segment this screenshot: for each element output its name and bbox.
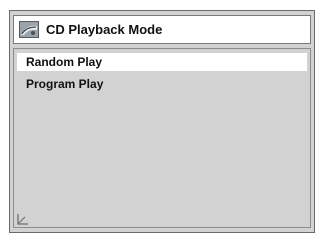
title-bar: CD Playback Mode — [13, 15, 311, 44]
menu-panel: Random Play Program Play — [13, 48, 311, 228]
cd-mode-icon — [19, 21, 39, 38]
menu-item-program-play[interactable]: Program Play — [17, 75, 307, 93]
menu-item-random-play[interactable]: Random Play — [17, 53, 307, 71]
page-title: CD Playback Mode — [46, 22, 163, 37]
osd-window: CD Playback Mode Random Play Program Pla… — [9, 10, 315, 233]
corner-arrow-icon — [17, 212, 29, 225]
